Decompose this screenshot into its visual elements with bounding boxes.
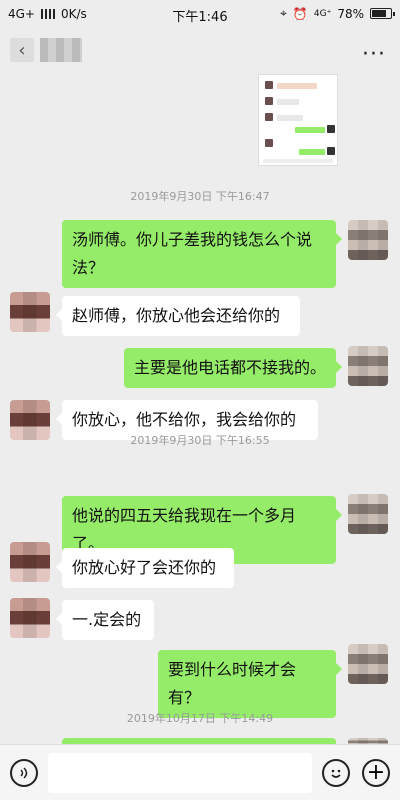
avatar-self[interactable] <box>348 494 388 534</box>
message-bubble-received[interactable]: 赵师傅，你放心他会还给你的 <box>56 296 300 336</box>
location-icon: ⌖ <box>280 6 287 20</box>
avatar-self[interactable] <box>348 220 388 260</box>
avatar-self[interactable] <box>348 644 388 684</box>
contact-name-blurred <box>40 38 82 62</box>
input-bar: + <box>0 744 400 800</box>
status-bar: 4G+ 0K/s 下午1:46 ⌖ ⏰ 4G⁺ 78% <box>0 0 400 28</box>
status-right: ⌖ ⏰ 4G⁺ 78% <box>280 6 395 21</box>
chevron-left-icon[interactable]: ‹ <box>10 38 34 62</box>
chat-area[interactable]: 2019年9月30日 下午16:47 汤师傅。你儿子差我的钱怎么个说法？ 赵师傅… <box>0 74 400 744</box>
message-bubble-sent[interactable]: 汤师傅。你儿子差我的钱怎么个说法？ <box>62 220 342 288</box>
voice-waves-icon <box>20 767 28 779</box>
timestamp: 2019年9月30日 下午16:47 <box>130 190 270 203</box>
chat-header: ‹ ··· <box>0 28 400 74</box>
battery-percent: 78% <box>337 6 364 21</box>
timestamp: 2019年9月30日 下午16:55 <box>130 434 270 447</box>
message-bubble-sent[interactable]: 要到什么时候才会有？ <box>158 650 342 718</box>
network-type-right: 4G⁺ <box>313 8 332 19</box>
message-bubble-sent[interactable]: 主要是他电话都不接我的。 <box>124 348 342 388</box>
avatar-self[interactable] <box>348 346 388 386</box>
image-message[interactable] <box>258 74 338 166</box>
smile-face-icon <box>331 769 341 778</box>
emoji-icon[interactable] <box>322 759 350 787</box>
battery-icon <box>370 8 395 19</box>
voice-icon[interactable] <box>10 759 38 787</box>
avatar-contact[interactable] <box>10 292 50 332</box>
avatar-contact[interactable] <box>10 598 50 638</box>
message-input[interactable] <box>48 753 312 793</box>
timestamp: 2019年10月17日 下午14:49 <box>126 712 274 725</box>
more-dots-icon[interactable]: ··· <box>362 42 386 67</box>
avatar-contact[interactable] <box>10 542 50 582</box>
plus-icon[interactable]: + <box>362 759 390 787</box>
message-bubble-received[interactable]: 你放心好了会还你的 <box>56 548 234 588</box>
plus-label: + <box>366 760 386 785</box>
alarm-icon: ⏰ <box>292 6 308 21</box>
message-bubble-received[interactable]: 一.定会的 <box>56 600 154 640</box>
